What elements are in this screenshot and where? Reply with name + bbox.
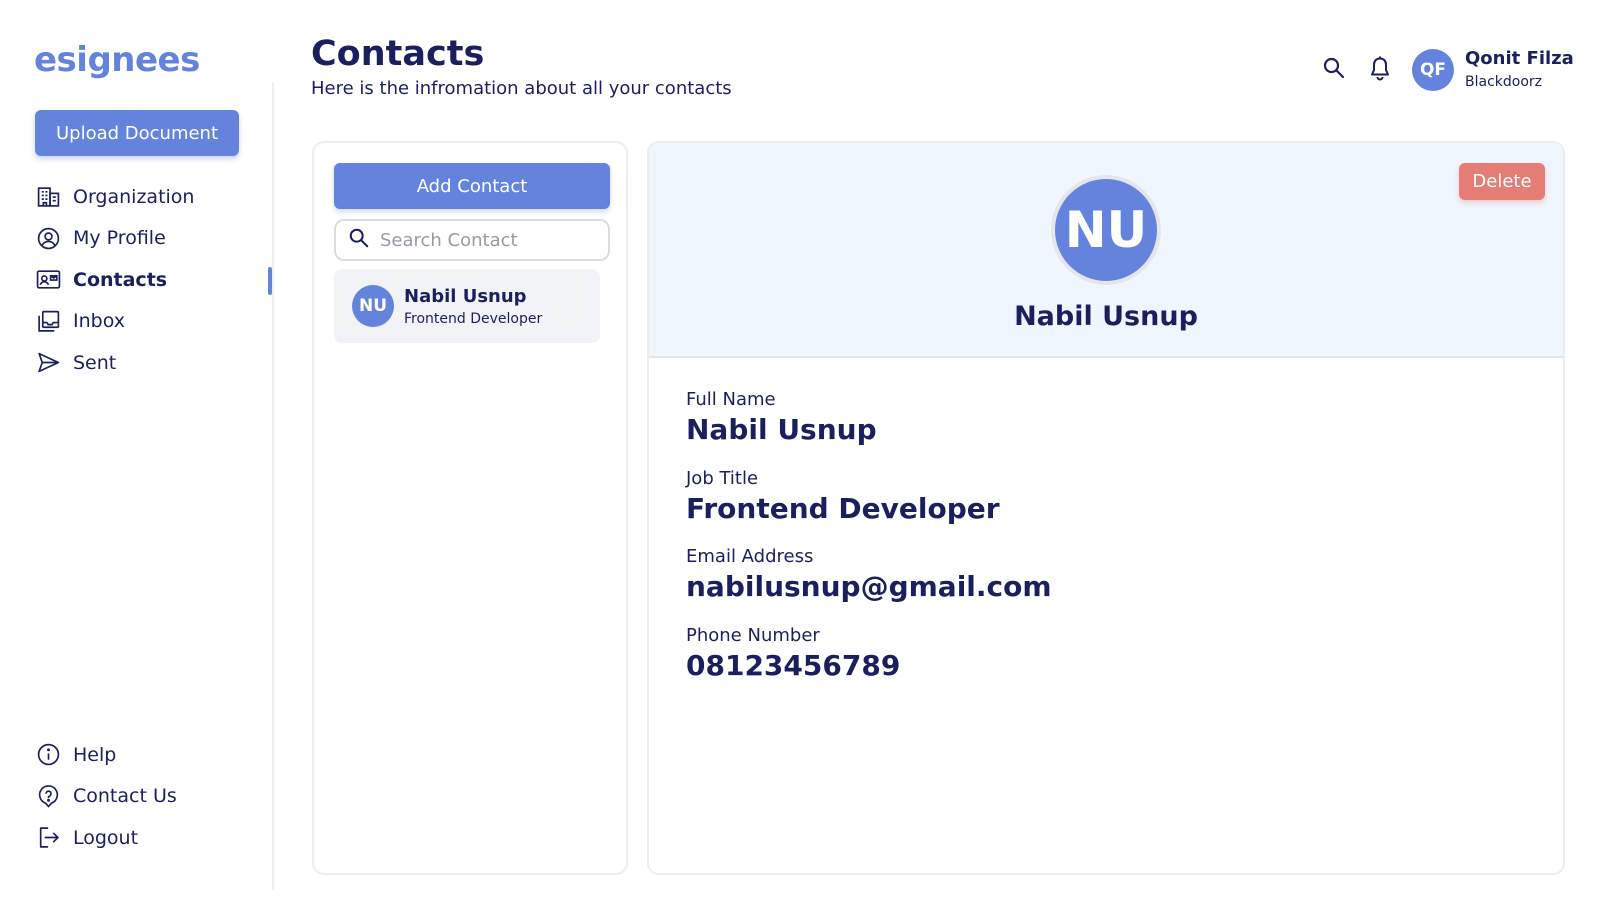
main-nav: Organization My Profile Contacts Inbox S… bbox=[35, 176, 255, 384]
building-icon bbox=[35, 184, 61, 210]
field-value: Nabil Usnup bbox=[686, 413, 877, 446]
field-value: 08123456789 bbox=[686, 648, 901, 682]
field-label: Email Address bbox=[686, 546, 814, 567]
sidebar-item-sent[interactable]: Sent bbox=[35, 342, 255, 384]
logout-icon bbox=[35, 825, 61, 851]
field-full-name: Full Name Nabil Usnup bbox=[686, 389, 1052, 468]
contact-role: Frontend Developer bbox=[404, 310, 543, 327]
sidebar-item-label: Inbox bbox=[73, 310, 125, 333]
sidebar-item-label: Organization bbox=[73, 185, 195, 208]
user-name[interactable]: Qonit Filza bbox=[1465, 48, 1574, 69]
field-label: Full Name bbox=[686, 389, 776, 410]
sidebar-item-label: Sent bbox=[73, 351, 117, 374]
field-label: Phone Number bbox=[686, 624, 820, 646]
add-contact-button[interactable]: Add Contact bbox=[334, 163, 610, 209]
sidebar-item-label: Help bbox=[73, 743, 117, 766]
sidebar-item-my-profile[interactable]: My Profile bbox=[35, 218, 255, 260]
sidebar-item-logout[interactable]: Logout bbox=[35, 817, 255, 859]
contact-detail-header: Delete NU Nabil Usnup bbox=[649, 143, 1563, 358]
contact-info: Nabil Usnup Frontend Developer bbox=[404, 286, 542, 327]
sidebar-item-label: Contacts bbox=[73, 268, 168, 291]
user-organization: Blackdoorz bbox=[1465, 74, 1542, 90]
app-root: esignees Upload Document Organization My… bbox=[0, 0, 1600, 914]
search-icon bbox=[348, 227, 370, 253]
contact-fields: Full Name Nabil Usnup Job Title Frontend… bbox=[686, 389, 1052, 703]
secondary-nav: Help Contact Us Logout bbox=[35, 734, 255, 859]
user-avatar[interactable]: QF bbox=[1412, 49, 1454, 91]
contact-avatar: NU bbox=[352, 285, 394, 327]
user-circle-icon bbox=[35, 225, 61, 251]
sidebar-divider bbox=[272, 82, 274, 890]
contact-list-panel: Add Contact NU Nabil Usnup Frontend Deve… bbox=[312, 141, 628, 875]
contact-detail-name: Nabil Usnup bbox=[1014, 301, 1198, 332]
sidebar-item-inbox[interactable]: Inbox bbox=[35, 301, 255, 343]
question-icon bbox=[35, 783, 61, 809]
sidebar-item-label: Logout bbox=[73, 826, 139, 849]
contact-card-icon bbox=[35, 267, 61, 293]
bell-icon[interactable] bbox=[1366, 54, 1394, 82]
delete-contact-button[interactable]: Delete bbox=[1459, 163, 1545, 200]
sidebar-item-label: Contact Us bbox=[73, 785, 177, 808]
contact-detail-avatar: NU bbox=[1051, 175, 1161, 285]
page-title: Contacts bbox=[311, 34, 485, 74]
active-nav-indicator bbox=[268, 267, 272, 295]
app-logo[interactable]: esignees bbox=[34, 40, 200, 80]
sidebar: esignees Upload Document Organization My… bbox=[0, 0, 274, 914]
sidebar-item-label: My Profile bbox=[73, 227, 166, 250]
field-email-address: Email Address nabilusnup@gmail.com bbox=[686, 546, 1052, 625]
field-phone-number: Phone Number 08123456789 bbox=[686, 625, 1052, 704]
contact-detail-panel: Delete NU Nabil Usnup Full Name Nabil Us… bbox=[647, 141, 1565, 875]
contact-list-item[interactable]: NU Nabil Usnup Frontend Developer bbox=[334, 269, 600, 343]
field-job-title: Job Title Frontend Developer bbox=[686, 468, 1052, 547]
sidebar-item-help[interactable]: Help bbox=[35, 734, 255, 776]
field-value: nabilusnup@gmail.com bbox=[686, 570, 1052, 603]
sidebar-item-contact-us[interactable]: Contact Us bbox=[35, 776, 255, 818]
sidebar-item-contacts[interactable]: Contacts bbox=[35, 259, 255, 301]
page-subtitle: Here is the infromation about all your c… bbox=[311, 78, 732, 99]
sidebar-item-organization[interactable]: Organization bbox=[35, 176, 255, 218]
field-value: Frontend Developer bbox=[686, 491, 1000, 525]
info-icon bbox=[35, 742, 61, 768]
field-label: Job Title bbox=[686, 467, 759, 489]
inbox-icon bbox=[35, 308, 61, 334]
contact-search-input[interactable] bbox=[380, 229, 600, 251]
search-icon[interactable] bbox=[1320, 54, 1348, 82]
upload-document-button[interactable]: Upload Document bbox=[35, 110, 239, 156]
send-icon bbox=[35, 350, 61, 376]
contact-name: Nabil Usnup bbox=[404, 285, 527, 307]
contact-search-box[interactable] bbox=[334, 219, 610, 261]
